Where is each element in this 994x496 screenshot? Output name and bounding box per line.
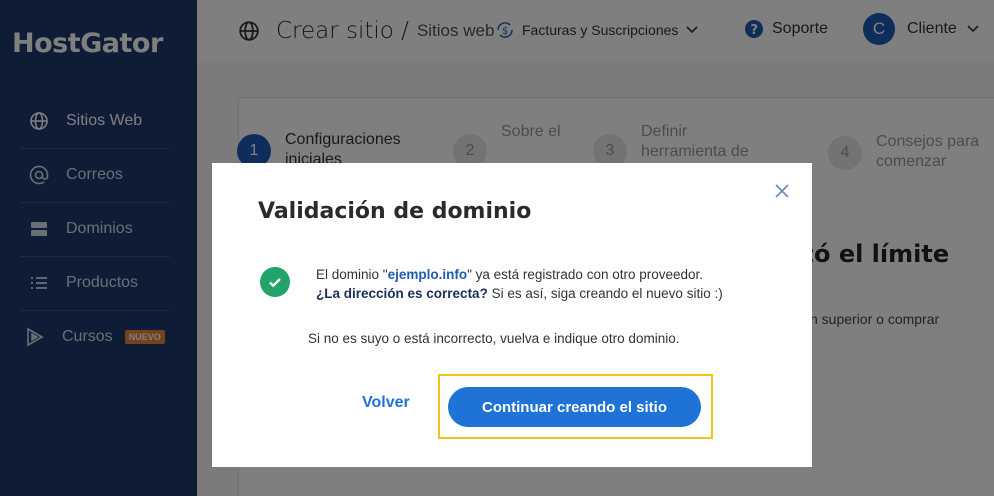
message-text: " ya está registrado con otro proveedor. bbox=[467, 267, 704, 282]
message-text: Si es así, siga creando el nuevo sitio :… bbox=[487, 286, 723, 301]
close-icon bbox=[774, 183, 790, 199]
question-text: ¿La dirección es correcta? bbox=[316, 286, 488, 301]
back-button[interactable]: Volver bbox=[362, 394, 410, 412]
close-button[interactable] bbox=[770, 179, 794, 203]
validation-message: El dominio "ejemplo.info" ya está regist… bbox=[316, 265, 723, 303]
check-circle-icon bbox=[260, 267, 290, 297]
modal-title: Validación de dominio bbox=[258, 199, 532, 224]
domain-validation-modal: Validación de dominio El dominio "ejempl… bbox=[212, 163, 812, 467]
message-text: El dominio " bbox=[316, 267, 388, 282]
domain-name: ejemplo.info bbox=[387, 267, 468, 282]
continue-button[interactable]: Continuar creando el sitio bbox=[448, 387, 701, 427]
alternative-message: Si no es suyo o está incorrecto, vuelva … bbox=[308, 331, 680, 346]
